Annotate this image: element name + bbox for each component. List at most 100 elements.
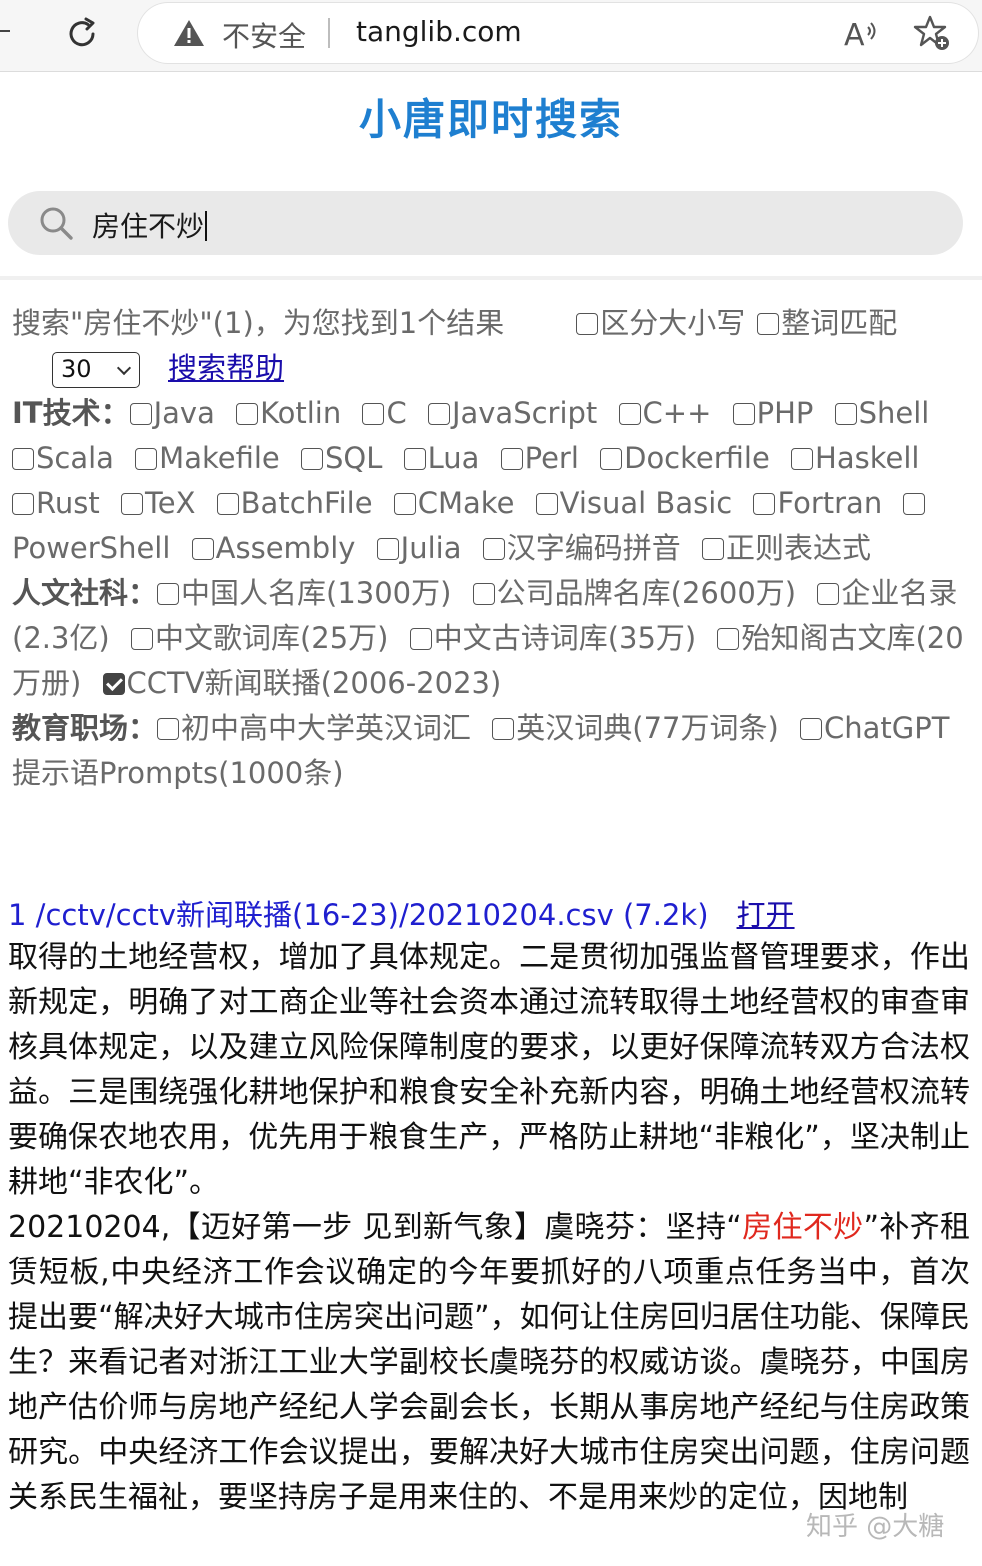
checkbox[interactable] <box>800 718 822 740</box>
checkbox[interactable] <box>576 313 599 335</box>
filter-panel: 搜索"房住不炒"(1)，为您找到1个结果 区分大小写 整词匹配 30 搜索帮助 IT技术… <box>12 301 972 796</box>
filter-option[interactable]: 英汉词典(77万词条) <box>492 711 779 745</box>
filter-option-label: Perl <box>524 441 579 475</box>
checkbox[interactable] <box>236 403 259 425</box>
security-label[interactable]: 不安全 <box>222 15 306 55</box>
checkbox[interactable] <box>409 628 432 650</box>
checkbox[interactable] <box>817 583 840 605</box>
filter-option-label: Java <box>153 396 215 430</box>
filter-option[interactable]: CCTV新闻联播(2006-2023) <box>102 666 502 700</box>
filter-option[interactable]: Lua <box>403 441 479 475</box>
filter-option[interactable]: Haskell <box>791 441 919 475</box>
filter-option-label: C <box>386 396 407 430</box>
filter-option[interactable]: TeX <box>120 486 196 520</box>
reload-icon[interactable] <box>62 14 102 54</box>
filter-option-label: 正则表达式 <box>725 531 871 565</box>
filter-option[interactable]: 初中高中大学英汉词汇 <box>157 711 471 745</box>
search-query-text[interactable]: 房住不炒 <box>92 205 208 245</box>
checkbox[interactable] <box>12 493 34 515</box>
filter-option-label: C++ <box>642 396 712 430</box>
checkbox[interactable] <box>492 718 515 740</box>
checkbox[interactable] <box>500 448 523 470</box>
checkbox[interactable] <box>482 538 505 560</box>
read-aloud-icon[interactable]: A <box>842 15 880 51</box>
checkbox[interactable] <box>472 583 495 605</box>
checkbox[interactable] <box>12 448 34 470</box>
search-help-link[interactable]: 搜索帮助 <box>168 351 284 385</box>
filter-option[interactable]: C++ <box>618 396 712 430</box>
filter-option-label: CCTV新闻联播(2006-2023) <box>126 666 502 700</box>
checkbox[interactable] <box>362 403 385 425</box>
open-link[interactable]: 打开 <box>737 898 795 932</box>
checkbox[interactable] <box>300 448 323 470</box>
checkbox[interactable] <box>618 403 641 425</box>
result-header: 1 /cctv/cctv新闻联播(16-23)/20210204.csv (7.… <box>8 892 795 934</box>
checkbox[interactable] <box>129 403 152 425</box>
checkbox[interactable] <box>135 448 158 470</box>
checkbox[interactable] <box>403 448 426 470</box>
filter-option-label: 中国人名库(1300万) <box>181 576 452 610</box>
checkbox[interactable] <box>157 583 180 605</box>
checkbox[interactable] <box>393 493 416 515</box>
filter-option-label: 公司品牌名库(2600万) <box>496 576 797 610</box>
filter-option-label: Dockerfile <box>624 441 770 475</box>
search-input[interactable]: 房住不炒 <box>8 191 963 255</box>
filter-option[interactable]: Scala <box>12 441 114 475</box>
result-snippet: 取得的土地经营权，增加了具体规定。二是贯彻加强监督管理要求，作出新规定，明确了对… <box>8 935 970 1520</box>
text-caret <box>205 211 208 241</box>
checkbox[interactable] <box>427 403 450 425</box>
checkbox[interactable] <box>732 403 755 425</box>
filter-option-label: TeX <box>144 486 196 520</box>
filter-option-label: SQL <box>324 441 383 475</box>
filter-option[interactable]: Perl <box>500 441 579 475</box>
filter-option-label: Rust <box>36 486 100 520</box>
filter-option[interactable]: 中文歌词库(25万) <box>130 621 389 655</box>
checkbox[interactable] <box>834 403 857 425</box>
filter-option[interactable]: Rust <box>12 486 100 520</box>
filter-option[interactable]: 正则表达式 <box>701 531 871 565</box>
checkbox[interactable] <box>903 493 926 515</box>
filter-option[interactable]: Shell <box>834 396 929 430</box>
url-text[interactable]: tanglib.com <box>356 15 522 48</box>
filter-option[interactable]: CMake <box>393 486 514 520</box>
option-case-sensitive[interactable]: 区分大小写 <box>576 306 745 340</box>
filter-option[interactable]: SQL <box>300 441 383 475</box>
checkbox[interactable] <box>791 448 814 470</box>
filter-option[interactable]: Visual Basic <box>535 486 732 520</box>
filter-option[interactable]: Assembly <box>191 531 355 565</box>
filter-option[interactable]: 汉字编码拼音 <box>482 531 681 565</box>
filter-option[interactable]: 中文古诗词库(35万) <box>409 621 696 655</box>
filter-option[interactable]: 中国人名库(1300万) <box>157 576 451 610</box>
add-favorite-icon[interactable] <box>912 13 952 53</box>
checkbox[interactable] <box>191 538 214 560</box>
filter-option[interactable]: C <box>362 396 407 430</box>
checkbox[interactable] <box>600 448 623 470</box>
back-arrow-icon[interactable] <box>0 30 10 32</box>
filter-category-label: IT技术： <box>12 396 130 430</box>
checkbox[interactable] <box>753 493 776 515</box>
checkbox-checked[interactable] <box>102 673 125 695</box>
filter-option[interactable]: Java <box>129 396 215 430</box>
checkbox[interactable] <box>216 493 239 515</box>
page-size-select[interactable]: 30 <box>52 352 140 388</box>
checkbox[interactable] <box>535 493 558 515</box>
filter-option[interactable]: BatchFile <box>216 486 373 520</box>
checkbox[interactable] <box>376 538 399 560</box>
filter-option[interactable]: JavaScript <box>427 396 597 430</box>
filter-option[interactable]: Julia <box>376 531 461 565</box>
filter-option[interactable]: Makefile <box>135 441 280 475</box>
checkbox[interactable] <box>130 628 153 650</box>
filter-option[interactable]: Dockerfile <box>600 441 770 475</box>
address-bar[interactable]: 不安全 tanglib.com A <box>138 3 978 63</box>
checkbox[interactable] <box>757 313 780 335</box>
checkbox[interactable] <box>701 538 724 560</box>
filter-option[interactable]: PHP <box>732 396 813 430</box>
filter-option[interactable]: Kotlin <box>236 396 341 430</box>
option-whole-word[interactable]: 整词匹配 <box>757 306 897 340</box>
filter-option[interactable]: Fortran <box>753 486 882 520</box>
filter-option[interactable]: 公司品牌名库(2600万) <box>472 576 797 610</box>
checkbox[interactable] <box>120 493 143 515</box>
checkbox[interactable] <box>717 628 740 650</box>
warning-icon[interactable] <box>172 18 206 48</box>
checkbox[interactable] <box>157 718 180 740</box>
